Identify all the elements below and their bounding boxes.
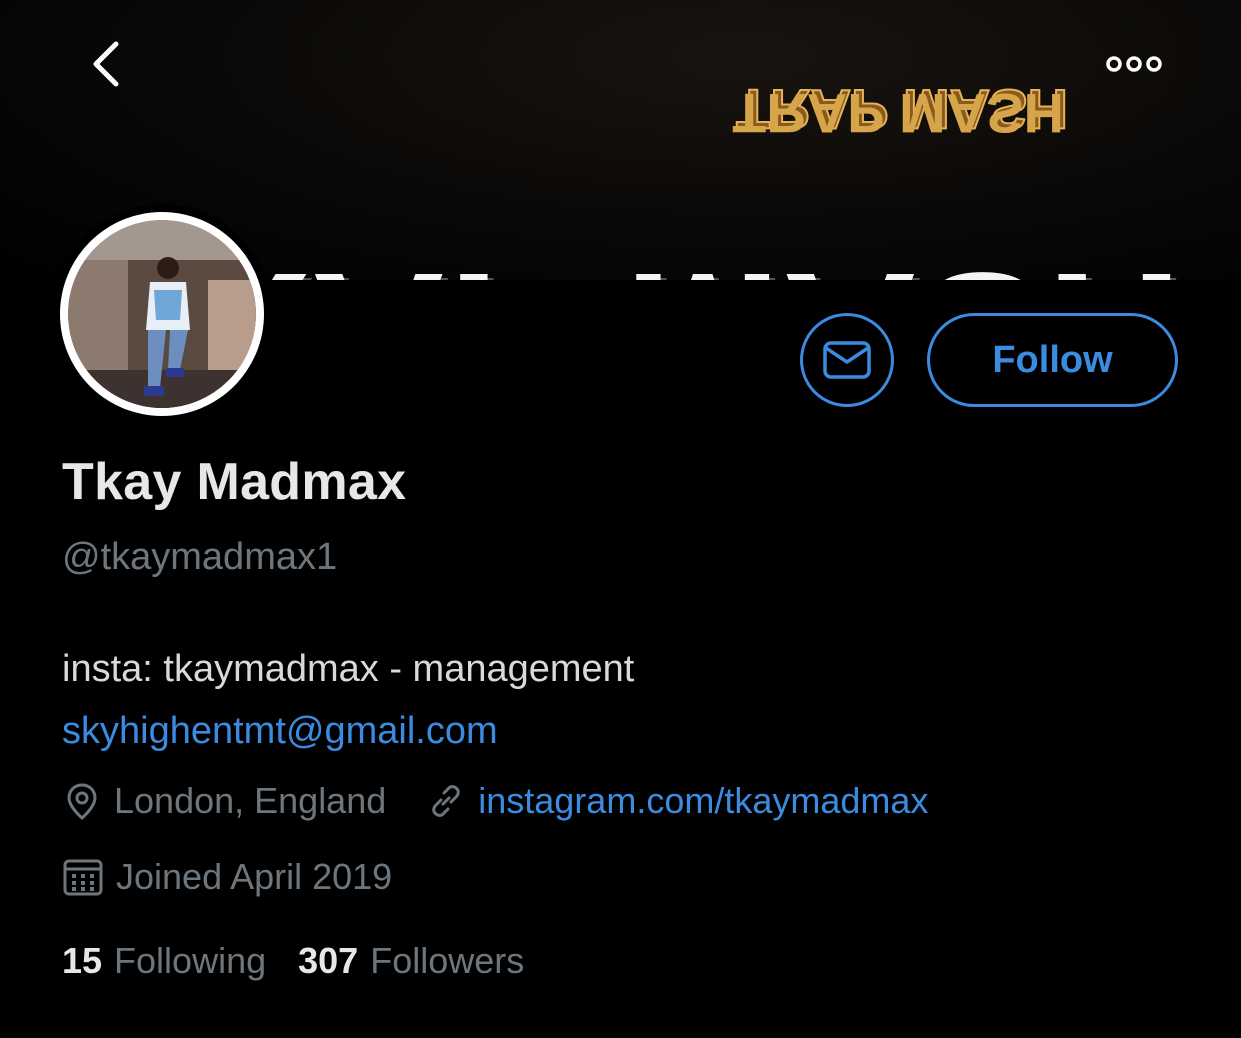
following-stat[interactable]: 15 Following: [62, 940, 266, 982]
joined-row: Joined April 2019: [62, 856, 432, 898]
banner-text-small-face: TRAP MASH: [732, 82, 1064, 145]
website-link[interactable]: instagram.com/tkaymadmax: [478, 780, 928, 822]
bio-text: insta: tkaymadmax - management: [62, 648, 635, 690]
followers-stat[interactable]: 307 Followers: [298, 940, 524, 982]
following-label: Following: [114, 940, 267, 981]
follow-button[interactable]: Follow: [927, 313, 1178, 407]
location: London, England: [62, 780, 386, 822]
more-dots-icon: [1106, 56, 1162, 72]
more-options-button[interactable]: [1102, 48, 1166, 80]
location-pin-icon: [67, 783, 97, 820]
bio-email-link[interactable]: skyhighentmt@gmail.com: [62, 700, 1162, 762]
mail-icon: [823, 341, 871, 379]
joined-text: Joined April 2019: [116, 856, 393, 897]
location-text: London, England: [114, 780, 387, 821]
follow-stats: 15 Following 307 Followers: [62, 940, 556, 982]
followers-label: Followers: [370, 940, 525, 981]
bio: insta: tkaymadmax - management skyhighen…: [62, 638, 1162, 762]
handle: @tkaymadmax1: [62, 536, 338, 578]
avatar[interactable]: [52, 204, 272, 424]
website[interactable]: instagram.com/tkaymadmax: [426, 780, 928, 822]
message-button[interactable]: [800, 313, 894, 407]
link-icon: [432, 785, 460, 817]
profile-page: TRAP MASH TRAP MASH TRAP MASH TRAP MASH: [0, 0, 1241, 1038]
avatar-frame: [60, 212, 264, 416]
joined-date: Joined April 2019: [62, 856, 392, 898]
following-count: 15: [62, 940, 103, 981]
calendar-icon: [63, 859, 103, 896]
display-name: Tkay Madmax: [62, 453, 407, 511]
chevron-left-icon: [93, 41, 119, 87]
profile-meta-row: London, England instagram.com/tkaymadmax: [62, 780, 968, 822]
followers-count: 307: [298, 940, 359, 981]
back-button[interactable]: [84, 38, 132, 90]
avatar-photo: [68, 220, 256, 408]
